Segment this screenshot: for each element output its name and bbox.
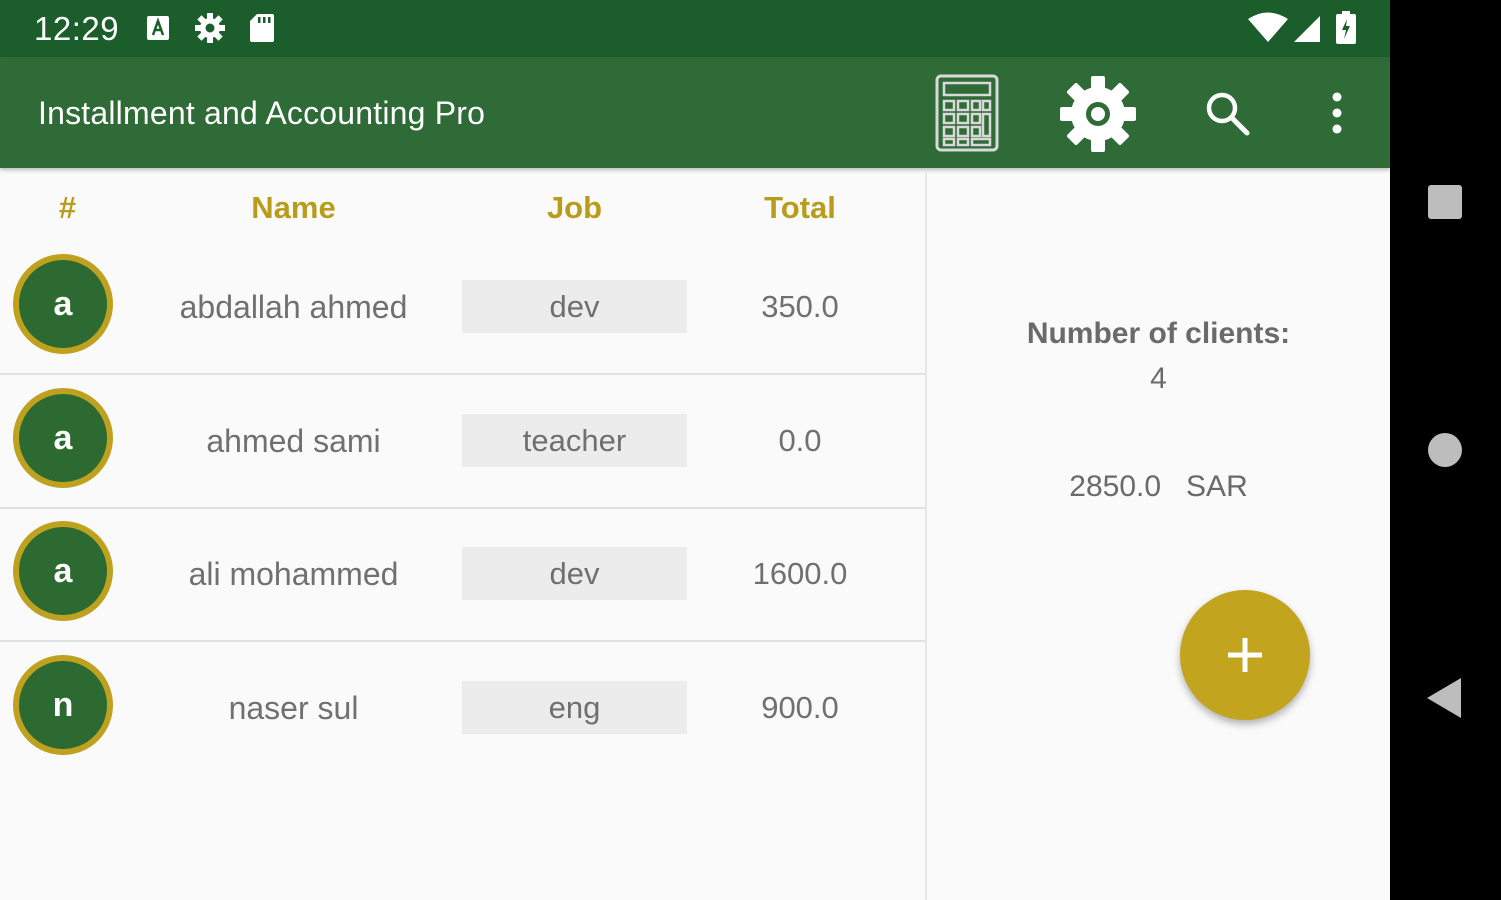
status-time: 12:29: [34, 10, 120, 47]
clients-count-label: Number of clients:: [1026, 317, 1291, 350]
settings-icon: [1060, 76, 1136, 152]
header-index: #: [58, 190, 77, 225]
currency-label: SAR: [1186, 470, 1248, 503]
client-name: abdallah ahmed: [179, 289, 408, 325]
client-job: dev: [462, 280, 687, 333]
client-total: 350.0: [761, 289, 839, 324]
client-name: ahmed sami: [206, 423, 381, 459]
more-options-button[interactable]: [1324, 91, 1350, 142]
home-icon[interactable]: [1427, 432, 1463, 468]
table-row[interactable]: a abdallah ahmed dev 350.0: [0, 242, 925, 375]
avatar: n: [13, 655, 113, 755]
app-bar: Installment and Accounting Pro: [0, 57, 1390, 168]
client-name: naser sul: [228, 690, 359, 726]
avatar: a: [13, 254, 113, 354]
client-job: dev: [462, 547, 687, 600]
total-amount: 2850.0: [1069, 470, 1162, 503]
signal-icon: [1294, 16, 1320, 42]
client-job: eng: [462, 681, 687, 734]
search-button[interactable]: [1203, 89, 1251, 142]
table-row[interactable]: n naser sul eng 900.0: [0, 643, 925, 776]
client-name: ali mohammed: [188, 556, 399, 592]
table-row[interactable]: a ahmed sami teacher 0.0: [0, 376, 925, 509]
app-title: Installment and Accounting Pro: [38, 95, 486, 131]
back-icon[interactable]: [1425, 677, 1463, 719]
avatar: a: [13, 521, 113, 621]
app-screen: 12:29 Installment and Accounting Pro # N…: [0, 0, 1390, 900]
plus-icon: [1228, 638, 1262, 672]
header-job: Job: [546, 190, 603, 225]
search-icon: [1206, 92, 1250, 136]
battery-icon: [1336, 11, 1356, 44]
clients-count-value: 4: [1150, 362, 1167, 395]
row-divider: [0, 640, 925, 642]
avatar: a: [13, 388, 113, 488]
more-vert-icon: [1332, 92, 1342, 134]
summary-panel: Number of clients: 4 2850.0 SAR: [927, 170, 1390, 900]
client-total: 900.0: [761, 690, 839, 725]
system-nav-bar: [1390, 0, 1501, 900]
wifi-icon: [1248, 12, 1288, 42]
table-row[interactable]: a ali mohammed dev 1600.0: [0, 509, 925, 642]
header-name: Name: [251, 190, 336, 225]
gear-icon: [195, 13, 225, 43]
calculator-icon: [935, 74, 999, 152]
client-job: teacher: [462, 414, 687, 467]
recents-icon[interactable]: [1427, 184, 1463, 220]
sd-card-icon: [250, 14, 274, 42]
settings-button[interactable]: [1058, 75, 1138, 158]
total-amount-row: 2850.0 SAR: [927, 470, 1390, 504]
calculator-button[interactable]: [935, 74, 999, 157]
client-total: 0.0: [778, 423, 822, 458]
add-client-button[interactable]: [1180, 590, 1310, 720]
header-total: Total: [764, 190, 836, 225]
status-bar: 12:29: [0, 0, 1390, 57]
client-total: 1600.0: [752, 556, 848, 591]
clients-list: # Name Job Total a abdallah ahmed dev 35…: [0, 170, 925, 900]
row-divider: [0, 373, 925, 375]
keyboard-a-icon: [147, 16, 169, 40]
